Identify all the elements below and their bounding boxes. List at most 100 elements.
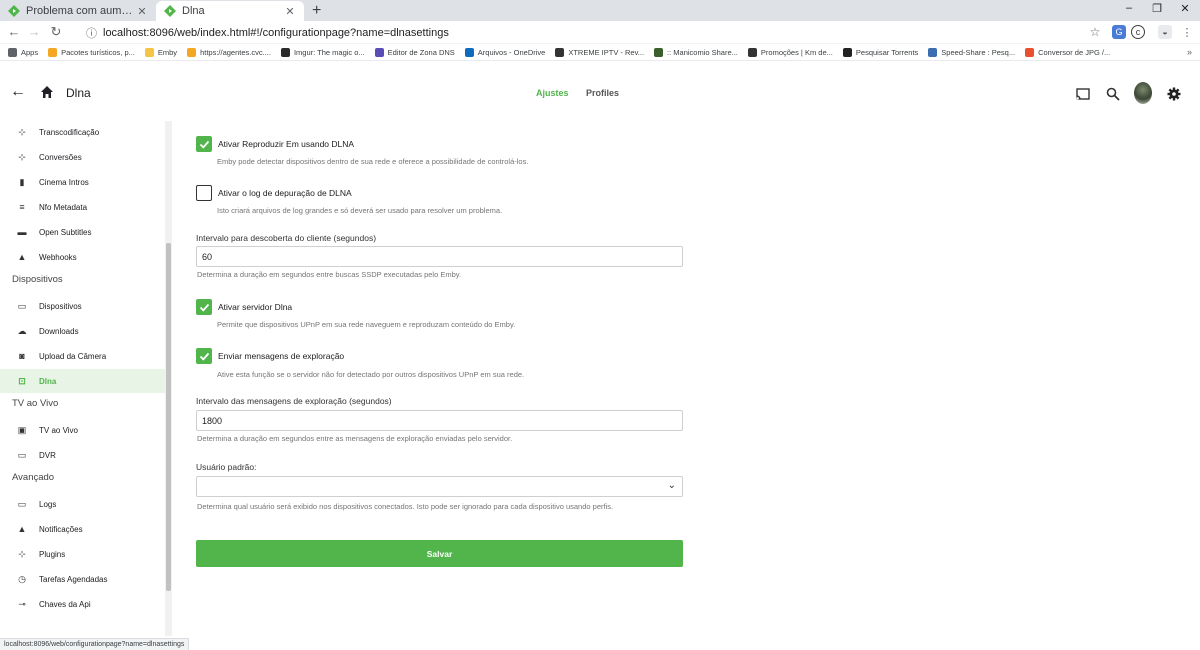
tab-profiles[interactable]: Profiles — [586, 88, 619, 98]
discovery-interval-label: Intervalo para descoberta do cliente (se… — [196, 233, 377, 243]
bookmark-item[interactable]: Pacotes turísticos, p... — [48, 47, 135, 57]
cast-icon[interactable] — [1076, 87, 1090, 101]
app-header: ← Dlna Ajustes Profiles — [0, 61, 1200, 121]
bookmark-item[interactable]: Editor de Zona DNS — [374, 47, 455, 57]
tab-close-icon[interactable]: ✕ — [284, 5, 296, 18]
sidebar-item-upload-da-c-mera[interactable]: ◙ Upload da Câmera — [0, 344, 165, 368]
bookmark-item[interactable]: Pesquisar Torrents — [842, 47, 918, 57]
bookmark-star-icon[interactable]: ☆ — [1088, 25, 1102, 39]
sidebar-item-convers-es[interactable]: ⊹ Conversões — [0, 145, 165, 169]
tab-ajustes[interactable]: Ajustes — [536, 88, 569, 98]
sidebar-item-notifica-es[interactable]: ▲ Notificações — [0, 517, 165, 541]
address-bar[interactable]: ⓘ localhost:8096/web/index.html#!/config… — [82, 22, 1092, 43]
blast-alive-help: Ative esta função se o servidor não for … — [217, 370, 525, 379]
bookmark-label: Emby — [157, 47, 178, 57]
back-arrow-icon[interactable]: ← — [6, 24, 22, 39]
default-user-help: Determina qual usuário será exibido nos … — [197, 502, 614, 511]
sidebar-scrollbar-thumb[interactable] — [166, 243, 171, 591]
browser-tab-dlna[interactable]: Dlna ✕ — [156, 1, 304, 21]
clock-icon: ◷ — [18, 573, 26, 584]
blast-interval-input[interactable]: 1800 — [196, 410, 683, 431]
sidebar-item-transcodifica-o[interactable]: ⊹ Transcodificação — [0, 121, 165, 144]
bookmark-label: Conversor de JPG /... — [1038, 47, 1111, 57]
bookmark-label: Apps — [21, 47, 39, 57]
bookmark-item[interactable]: Speed-Share : Pesq... — [928, 47, 1015, 57]
info-icon[interactable]: ⓘ — [86, 25, 97, 41]
sidebar-item-label: Webhooks — [39, 252, 77, 262]
sidebar-item-tarefas-agendadas[interactable]: ◷ Tarefas Agendadas — [0, 567, 165, 591]
blast-alive-checkbox-row[interactable]: Enviar mensagens de exploração — [196, 348, 344, 364]
discovery-interval-input[interactable]: 60 — [196, 246, 683, 267]
bell-icon: ▲ — [17, 252, 27, 262]
sidebar-item-webhooks[interactable]: ▲ Webhooks — [0, 245, 165, 269]
list-icon: ≡ — [19, 202, 25, 212]
browser-tab-emby-forum[interactable]: Problema com aumento de mem ✕ — [0, 1, 156, 21]
sidebar-item-tv-ao-vivo[interactable]: ▣ TV ao Vivo — [0, 418, 165, 442]
translate-extension-icon[interactable]: G — [1112, 25, 1126, 39]
bookmark-item[interactable]: XTREME IPTV - Rev... — [555, 47, 644, 57]
debug-log-checkbox[interactable] — [196, 185, 212, 201]
sidebar-item-logs[interactable]: ▭ Logs — [0, 492, 165, 516]
blast-alive-checkbox[interactable] — [196, 348, 212, 364]
tab-close-icon[interactable]: ✕ — [136, 5, 148, 18]
save-button[interactable]: Salvar — [196, 540, 683, 567]
bookmark-item[interactable]: :: Manicomio Share... — [654, 47, 738, 57]
sidebar-item-chaves-da-api[interactable]: ⊸ Chaves da Api — [0, 592, 165, 616]
bookmark-item[interactable]: Imgur: The magic o... — [280, 47, 365, 57]
cvc-icon — [48, 47, 58, 57]
gear-icon[interactable] — [1167, 87, 1181, 101]
forum-icon — [654, 47, 664, 57]
sidebar-item-downloads[interactable]: ☁ Downloads — [0, 319, 165, 343]
bookmark-item[interactable]: Apps — [8, 47, 39, 57]
back-arrow-icon[interactable]: ← — [10, 83, 26, 101]
window-restore-button[interactable]: ❐ — [1150, 2, 1164, 15]
blast-interval-label: Intervalo das mensagens de exploração (s… — [196, 396, 392, 406]
sidebar-item-dlna[interactable]: ⊡ Dlna — [0, 369, 165, 393]
dlna-server-checkbox[interactable] — [196, 299, 212, 315]
window-minimize-button[interactable]: – — [1122, 2, 1136, 14]
new-tab-button[interactable]: + — [312, 2, 321, 20]
play-to-label: Ativar Reproduzir Em usando DLNA — [218, 139, 355, 149]
sidebar-item-plugins[interactable]: ⊹ Plugins — [0, 542, 165, 566]
converter-icon — [1025, 47, 1035, 57]
sidebar-section-heading: Avançado — [12, 472, 55, 483]
user-avatar[interactable] — [1134, 82, 1152, 104]
play-to-checkbox-row[interactable]: Ativar Reproduzir Em usando DLNA — [196, 136, 354, 152]
sidebar-item-label: TV ao Vivo — [39, 425, 78, 435]
profile-extension-icon[interactable]: ◒ — [1158, 25, 1172, 39]
bookmarks-bar: Apps Pacotes turísticos, p... Emby https://… — [0, 44, 1200, 61]
sidebar-item-cinema-intros[interactable]: ▮ Cinema Intros — [0, 170, 165, 194]
bookmarks-overflow-icon[interactable]: » — [1187, 47, 1192, 57]
extension-icon[interactable]: c — [1131, 25, 1145, 39]
home-icon[interactable] — [40, 85, 54, 99]
forward-arrow-icon[interactable]: → — [26, 24, 42, 39]
sidebar-item-label: Transcodificação — [39, 127, 100, 137]
bookmark-item[interactable]: Conversor de JPG /... — [1025, 47, 1111, 57]
debug-log-checkbox-row[interactable]: Ativar o log de depuração de DLNA — [196, 185, 352, 201]
sidebar-item-nfo-metadata[interactable]: ≡ Nfo Metadata — [0, 195, 165, 219]
reload-icon[interactable]: ↻ — [48, 24, 64, 40]
search-icon[interactable] — [1106, 87, 1120, 101]
dlna-server-checkbox-row[interactable]: Ativar servidor Dlna — [196, 299, 292, 315]
cloud-icon — [464, 47, 474, 57]
play-to-help: Emby pode detectar dispositivos dentro d… — [217, 157, 529, 166]
sidebar-item-label: Downloads — [39, 326, 79, 336]
discovery-interval-help: Determina a duração em segundos entre bu… — [197, 270, 462, 279]
window-close-button[interactable]: ✕ — [1178, 2, 1192, 15]
sidebar-item-dvr[interactable]: ▭ DVR — [0, 443, 165, 467]
bookmark-item[interactable]: Emby — [144, 47, 178, 57]
chrome-menu-icon[interactable]: ⋮ — [1180, 25, 1194, 39]
default-user-select[interactable]: ⌄ — [196, 476, 683, 497]
emby-favicon-icon — [164, 5, 176, 17]
sidebar-item-dispositivos[interactable]: ▭ Dispositivos — [0, 294, 165, 318]
bookmark-label: Pacotes turísticos, p... — [61, 47, 135, 57]
bookmark-item[interactable]: Arquivos - OneDrive — [464, 47, 545, 57]
bookmark-item[interactable]: Promoções | Km de... — [747, 47, 833, 57]
sidebar-item-label: Dlna — [39, 376, 57, 386]
play-to-checkbox[interactable] — [196, 136, 212, 152]
address-bar-url: localhost:8096/web/index.html#!/configur… — [103, 26, 449, 39]
sidebar-section-heading: Dispositivos — [12, 274, 63, 285]
sidebar-nav: ⊹ Transcodificação ⊹ Conversões ▮ Cinema Intr… — [0, 121, 172, 650]
bookmark-item[interactable]: https://agentes.cvc.... — [187, 47, 271, 57]
sidebar-item-open-subtitles[interactable]: ▬ Open Subtitles — [0, 220, 165, 244]
